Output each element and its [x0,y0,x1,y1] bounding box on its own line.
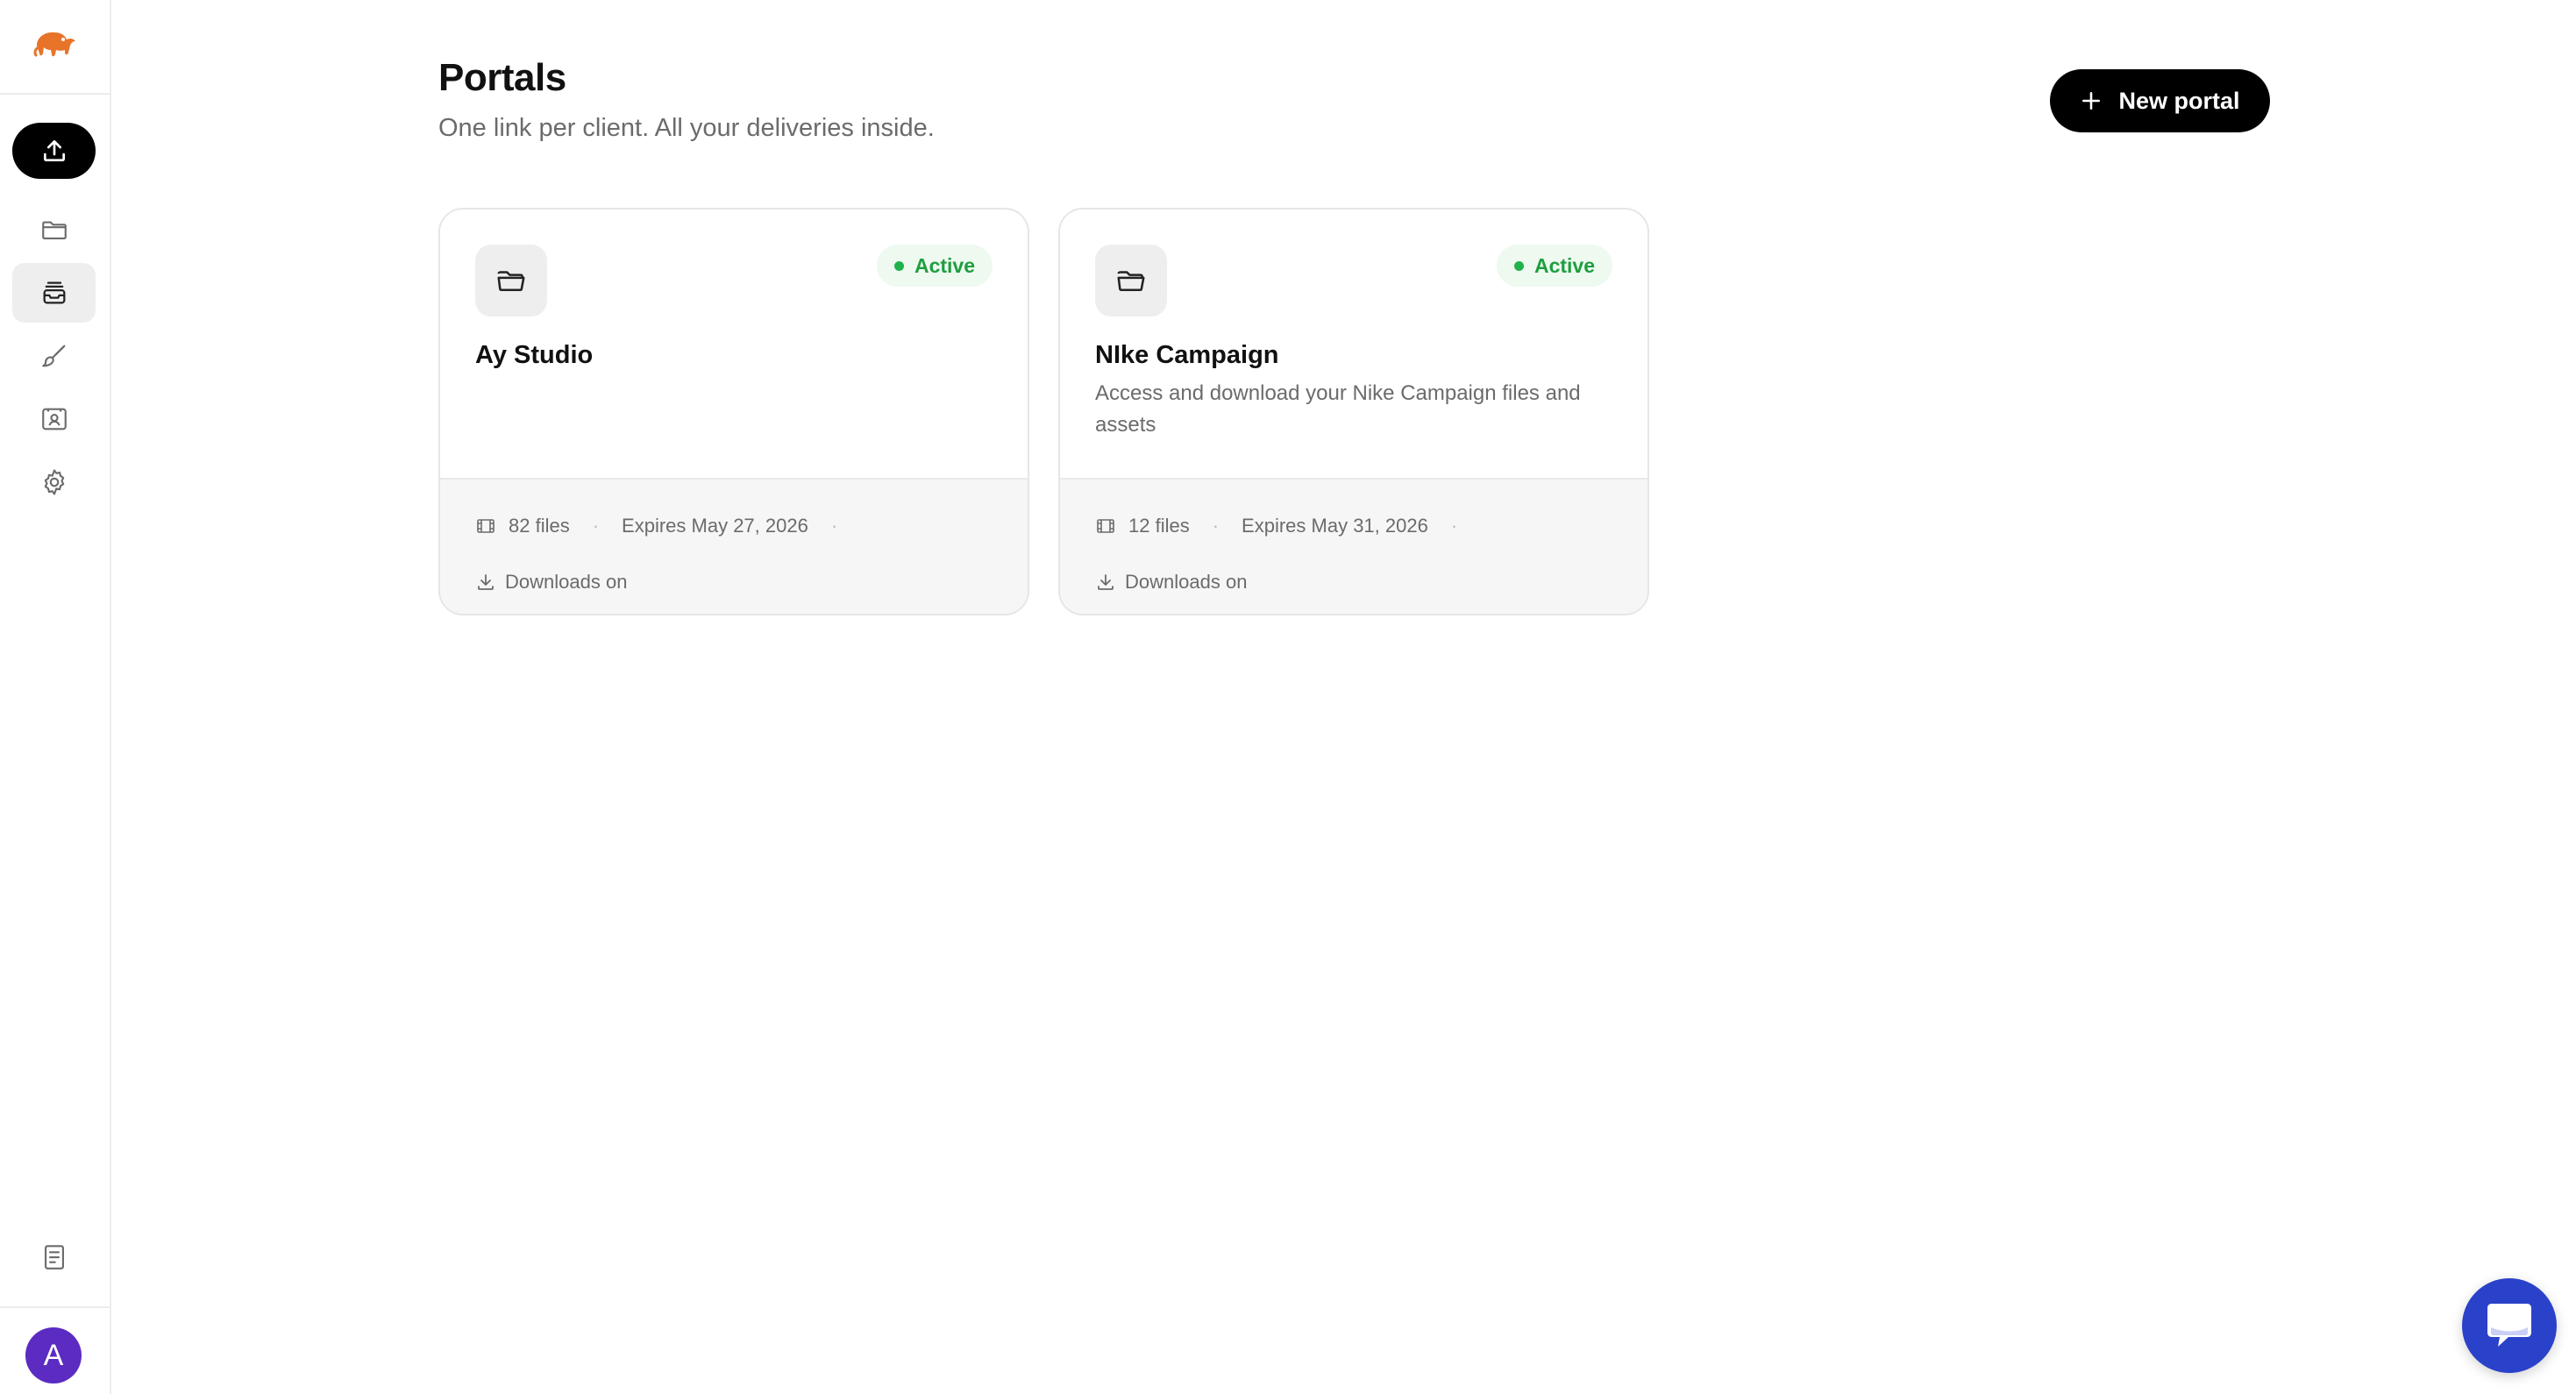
portal-file-count: 12 files [1128,515,1190,537]
portal-meta: 12 files · Expires May 31, 2026 · [1095,515,1480,537]
sidebar: A [0,0,111,1394]
portal-card-footer: 82 files · Expires May 27, 2026 · Downlo… [440,478,1028,614]
sidebar-item-files[interactable] [12,200,96,260]
film-icon [477,519,495,533]
status-dot [893,260,904,271]
portal-card-header: Active Ay Studio [440,210,1028,478]
portal-folder-tile [475,245,547,316]
portal-downloads-label: Downloads on [1125,571,1248,593]
chat-bubble-icon [2487,1304,2531,1347]
sidebar-divider [0,1306,110,1308]
meta-separator: · [1450,515,1458,537]
portal-name: NIke Campaign [1095,341,1279,369]
elephant-logo-icon[interactable] [32,26,77,61]
meta-separator: · [1212,515,1220,537]
sidebar-item-settings[interactable] [12,452,96,512]
avatar-initial: A [43,1338,64,1372]
sidebar-item-clients[interactable] [12,389,96,449]
gear-icon [44,469,64,495]
sidebar-divider [0,93,110,95]
portal-card-footer: 12 files · Expires May 31, 2026 · Downlo… [1060,478,1647,614]
scan-person-icon [41,408,67,430]
portal-meta: 82 files · Expires May 27, 2026 · [475,515,860,537]
film-icon [1097,519,1114,533]
page-subtitle: One link per client. All your deliveries… [438,114,935,142]
sidebar-item-docs[interactable] [12,1227,96,1287]
folder-open-icon [497,271,525,292]
inbox-tray-icon [43,281,65,304]
portal-downloads: Downloads on [475,571,627,594]
portal-downloads: Downloads on [1095,571,1247,594]
portal-card[interactable]: Active Ay Studio 82 files · Expires May … [438,208,1029,615]
portal-card-header: Active NIke Campaign Access and download… [1060,210,1647,478]
portal-name: Ay Studio [475,341,594,369]
portal-expiry: Expires May 31, 2026 [1242,515,1428,537]
meta-separator: · [592,515,600,537]
download-icon [478,574,494,590]
portal-expiry: Expires May 27, 2026 [622,515,808,537]
plus-icon [2082,92,2101,110]
document-icon [44,1245,64,1270]
new-portal-label: New portal [2118,87,2240,114]
upload-button[interactable] [12,123,96,179]
status-dot [1513,260,1524,271]
page-title: Portals [438,56,566,99]
chat-launcher-button[interactable] [2462,1278,2557,1373]
upload-icon [43,140,65,161]
portal-downloads-label: Downloads on [505,571,628,593]
sidebar-item-portals[interactable] [12,263,96,323]
status-label: Active [914,253,975,277]
portal-folder-tile [1095,245,1167,316]
avatar[interactable]: A [25,1327,82,1383]
status-badge: Active [876,245,993,287]
new-portal-button[interactable]: New portal [2050,69,2270,132]
folder-open-icon [1117,271,1145,292]
meta-separator: · [830,515,838,537]
portal-description: Access and download your Nike Campaign f… [1095,381,1581,437]
sidebar-item-branding[interactable] [12,326,96,386]
portal-file-count: 82 files [509,515,570,537]
status-label: Active [1534,253,1595,277]
download-icon [1098,574,1114,590]
brush-icon [41,345,65,367]
folder-icon [41,221,67,239]
app-root: A Portals One link per client. All your … [0,0,2576,1394]
status-badge: Active [1496,245,1612,287]
portal-card[interactable]: Active NIke Campaign Access and download… [1058,208,1649,615]
